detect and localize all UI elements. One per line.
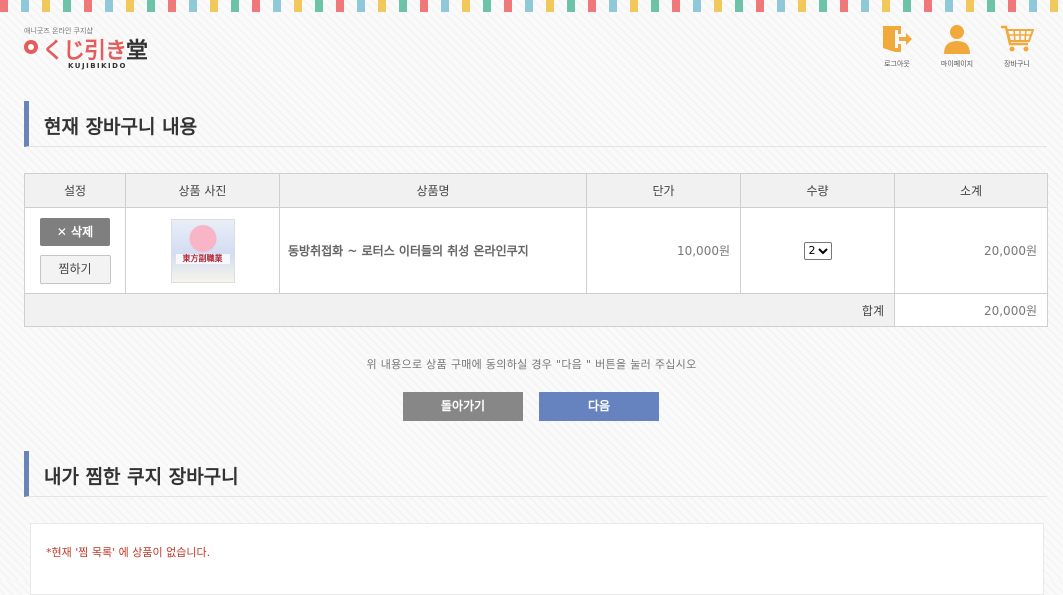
site-logo[interactable]: 애니굿즈 온라인 쿠지샵 くじ引き堂 KUJIBIKIDO <box>24 26 164 72</box>
cart-table: 설정 상품 사진 상품명 단가 수량 소계 ✕ 삭제 찜하기 東方副職業 동방취… <box>24 173 1048 327</box>
cart-section-header: 현재 장바구니 내용 <box>24 101 1047 147</box>
col-header-qty: 수량 <box>740 173 895 208</box>
logo-subtitle: KUJIBIKIDO <box>68 62 127 70</box>
mypage-label: 마이페이지 <box>940 60 974 68</box>
col-header-photo: 상품 사진 <box>125 173 280 208</box>
decorative-strip <box>0 0 1063 12</box>
total-label: 합계 <box>24 293 895 327</box>
logo-mark-icon <box>24 40 38 54</box>
wishlist-section-header: 내가 찜한 쿠지 장바구니 <box>24 451 1047 497</box>
logout-icon <box>883 26 912 52</box>
qty-cell: 2 <box>740 207 895 294</box>
product-name[interactable]: 동방취접화 ~ 로터스 이터들의 취성 온라인쿠지 <box>279 207 587 294</box>
mypage-button[interactable]: 마이페이지 <box>927 24 987 76</box>
total-value: 20,000원 <box>894 293 1048 327</box>
total-row: 합계 20,000원 <box>24 293 1048 327</box>
product-thumbnail[interactable]: 東方副職業 <box>170 218 235 283</box>
logout-button[interactable]: 로그아웃 <box>867 24 927 76</box>
thumbnail-title: 東方副職業 <box>175 253 230 264</box>
cart-table-header-row: 설정 상품 사진 상품명 단가 수량 소계 <box>24 173 1048 208</box>
photo-cell: 東方副職業 <box>125 207 280 294</box>
settings-cell: ✕ 삭제 찜하기 <box>24 207 126 294</box>
wishlist-section-title: 내가 찜한 쿠지 장바구니 <box>44 466 239 488</box>
cart-label: 장바구니 <box>1004 60 1030 68</box>
wishlist-add-button[interactable]: 찜하기 <box>39 254 111 284</box>
subtotal: 20,000원 <box>894 207 1048 294</box>
user-icon <box>944 25 970 54</box>
table-row: ✕ 삭제 찜하기 東方副職業 동방취접화 ~ 로터스 이터들의 취성 온라인쿠지… <box>24 207 1048 294</box>
col-header-name: 상품명 <box>279 173 587 208</box>
logo-brand: くじ引き堂 <box>42 38 148 64</box>
delete-button[interactable]: ✕ 삭제 <box>40 217 110 246</box>
unit-price: 10,000원 <box>586 207 741 294</box>
cart-icon <box>1001 25 1034 52</box>
wishlist-empty-message: *현재 '찜 목록' 에 상품이 없습니다. <box>46 546 211 559</box>
col-header-subtotal: 소계 <box>894 173 1048 208</box>
back-button[interactable]: 돌아가기 <box>403 392 523 421</box>
cart-button[interactable]: 장바구니 <box>987 24 1047 76</box>
wishlist-box: *현재 '찜 목록' 에 상품이 없습니다. <box>30 523 1044 595</box>
cart-section-title: 현재 장바구니 내용 <box>44 116 198 138</box>
next-button[interactable]: 다음 <box>539 392 659 421</box>
header-actions: 로그아웃 마이페이지 장바구니 <box>867 24 1047 76</box>
purchase-notice: 위 내용으로 상품 구매에 동의하실 경우 "다음 " 버튼을 눌러 주십시오 <box>366 358 697 371</box>
col-header-price: 단가 <box>586 173 741 208</box>
logout-label: 로그아웃 <box>884 60 910 68</box>
quantity-select[interactable]: 2 <box>803 241 832 260</box>
col-header-settings: 설정 <box>24 173 126 208</box>
